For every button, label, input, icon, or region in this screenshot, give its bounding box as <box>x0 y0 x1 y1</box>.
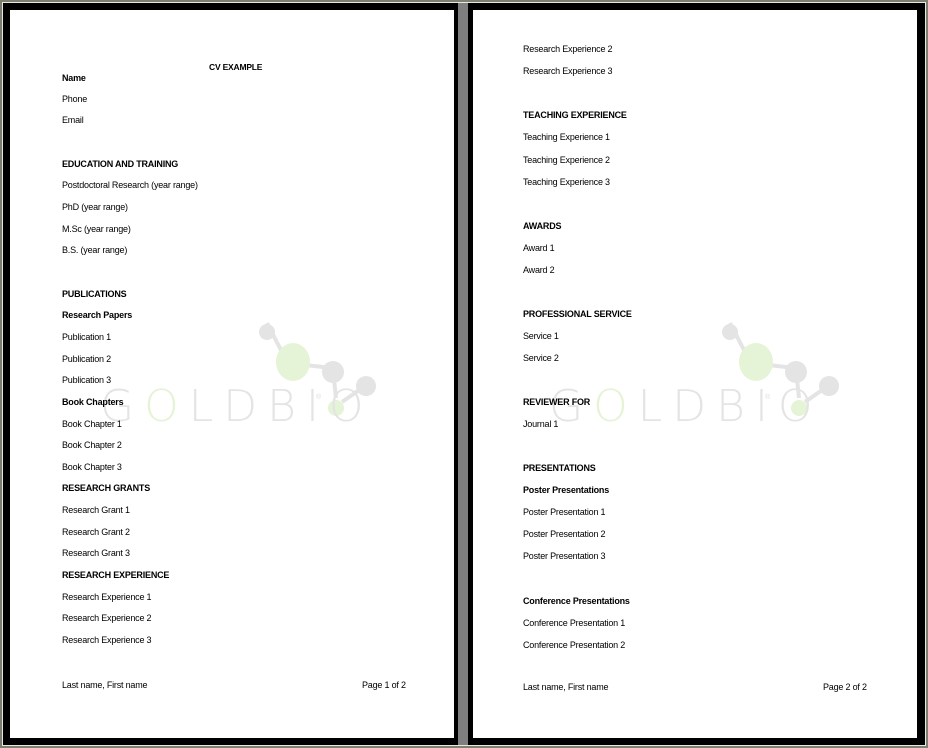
footer-page-number: Page 1 of 2 <box>362 680 406 690</box>
cv-entry: Teaching Experience 3 <box>523 177 610 187</box>
cv-entry: Publication 1 <box>62 332 111 342</box>
document-title: CV EXAMPLE <box>209 62 263 72</box>
cv-entry: Conference Presentation 1 <box>523 618 626 628</box>
page-2: GOLDBIO ® Research Experience 2 Research … <box>473 10 917 738</box>
section-heading: Poster Presentations <box>523 485 610 495</box>
section-heading: REVIEWER FOR <box>523 397 591 407</box>
cv-entry: Research Grant 2 <box>62 527 130 537</box>
cv-entry: Award 1 <box>523 243 555 253</box>
section-heading: PUBLICATIONS <box>62 289 127 299</box>
cv-entry: Service 1 <box>523 331 559 341</box>
footer-name: Last name, First name <box>62 680 148 690</box>
cv-entry: PhD (year range) <box>62 202 128 212</box>
registered-mark: ® <box>765 394 771 401</box>
section-heading: Research Papers <box>62 310 133 320</box>
cv-entry: Poster Presentation 2 <box>523 529 606 539</box>
cv-entry: Poster Presentation 3 <box>523 551 606 561</box>
cv-entry: Journal 1 <box>523 419 559 429</box>
section-heading: EDUCATION AND TRAINING <box>62 159 179 169</box>
cv-entry: Teaching Experience 2 <box>523 155 610 165</box>
cv-entry: Research Grant 1 <box>62 505 130 515</box>
section-heading: Book Chapters <box>62 397 124 407</box>
cv-entry: Research Experience 3 <box>62 635 152 645</box>
cv-entry: Publication 3 <box>62 375 111 385</box>
section-heading: Name <box>62 73 86 83</box>
cv-entry: B.S. (year range) <box>62 245 128 255</box>
page-1: GOLDBIO ® CV EXAMPLE Name Phone Email EDUCA… <box>10 10 454 738</box>
watermark-text: GOLDBIO <box>100 381 374 432</box>
section-heading: PROFESSIONAL SERVICE <box>523 309 632 319</box>
cv-entry: Research Experience 3 <box>523 66 613 76</box>
cv-entry: Phone <box>62 94 88 104</box>
registered-mark: ® <box>316 394 322 401</box>
section-heading: RESEARCH EXPERIENCE <box>62 570 170 580</box>
cv-entry: M.Sc (year range) <box>62 224 131 234</box>
cv-entry: Publication 2 <box>62 354 111 364</box>
cv-entry: Book Chapter 3 <box>62 462 122 472</box>
cv-entry: Book Chapter 2 <box>62 440 122 450</box>
page-separator <box>458 3 468 745</box>
cv-entry: Email <box>62 115 84 125</box>
cv-entry: Award 2 <box>523 265 555 275</box>
footer-name: Last name, First name <box>523 682 609 692</box>
section-heading: Conference Presentations <box>523 596 630 606</box>
cv-entry: Research Experience 1 <box>62 592 152 602</box>
section-heading: AWARDS <box>523 221 562 231</box>
cv-entry: Postdoctoral Research (year range) <box>62 180 198 190</box>
section-heading: PRESENTATIONS <box>523 463 596 473</box>
watermark-text: GOLDBIO <box>549 381 823 432</box>
cv-entry: Research Experience 2 <box>523 44 613 54</box>
cv-entry: Book Chapter 1 <box>62 419 122 429</box>
cv-entry: Service 2 <box>523 353 559 363</box>
cv-entry: Research Experience 2 <box>62 613 152 623</box>
section-heading: RESEARCH GRANTS <box>62 483 151 493</box>
section-heading: TEACHING EXPERIENCE <box>523 110 627 120</box>
footer-page-number: Page 2 of 2 <box>823 682 867 692</box>
cv-entry: Teaching Experience 1 <box>523 132 610 142</box>
cv-entry: Research Grant 3 <box>62 548 130 558</box>
cv-entry: Conference Presentation 2 <box>523 640 626 650</box>
cv-entry: Poster Presentation 1 <box>523 507 606 517</box>
